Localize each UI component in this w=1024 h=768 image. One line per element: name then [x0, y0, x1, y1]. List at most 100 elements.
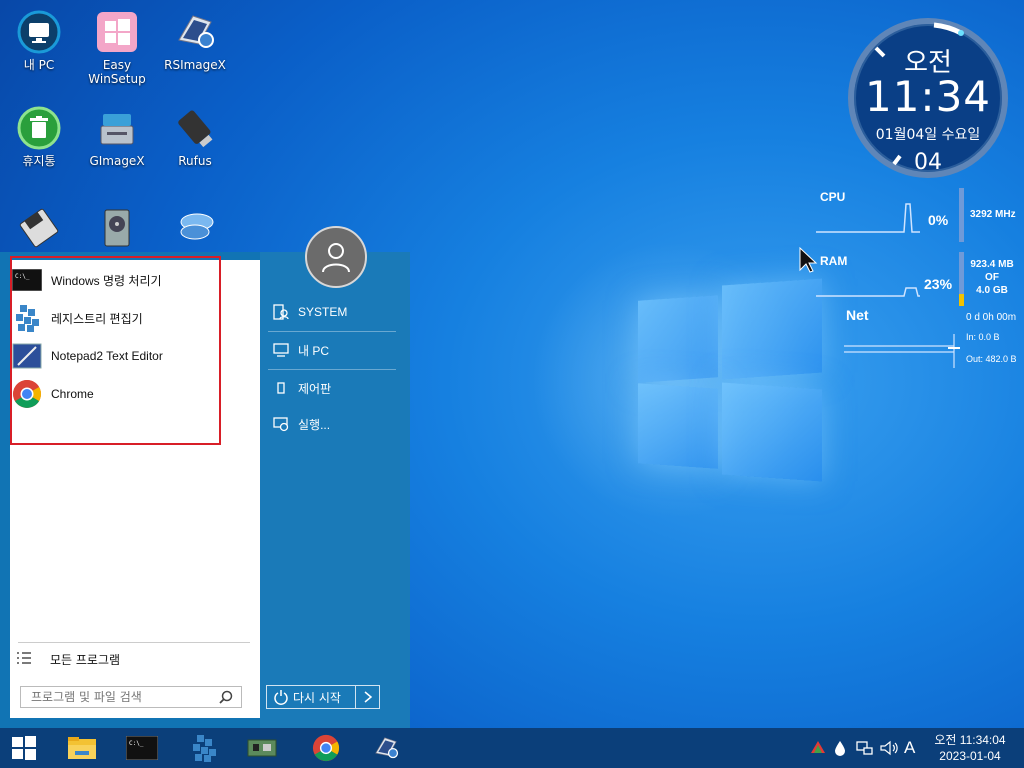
- ram-graph: [816, 287, 920, 297]
- all-programs-label: 모든 프로그램: [50, 652, 121, 667]
- right-item-label: 실행...: [298, 417, 331, 432]
- divider: [268, 331, 396, 332]
- ram-bar-fill: [959, 294, 964, 306]
- right-item-control-panel[interactable]: 제어판: [270, 376, 331, 400]
- desktop-icon-recycle-bin[interactable]: 휴지통: [0, 106, 78, 168]
- chevron-right-icon: [364, 691, 372, 703]
- right-item-label: 제어판: [298, 381, 332, 396]
- taskbar-rsimagex[interactable]: [362, 728, 410, 768]
- ram-percent: 23%: [924, 276, 953, 292]
- desktop-icon-vhd[interactable]: [156, 206, 234, 254]
- ethernet-tray-icon[interactable]: [856, 740, 874, 756]
- circuit-board-icon: [247, 739, 277, 757]
- regedit-icon: [193, 735, 216, 762]
- folder-icon: [68, 737, 96, 759]
- desktop-icon-my-pc[interactable]: 내 PC: [0, 10, 78, 72]
- ram-usage: 923.4 MB OF 4.0 GB: [966, 258, 1018, 297]
- cmd-icon: C:\_: [126, 736, 158, 760]
- right-item-label: SYSTEM: [298, 305, 348, 319]
- clock-widget: 오전 11:34 01월04일 수요일 04: [848, 18, 1008, 178]
- search-box[interactable]: [20, 686, 242, 708]
- svg-text:C:\_: C:\_: [129, 740, 144, 747]
- desktop-icon-label: 휴지통: [22, 154, 56, 168]
- taskbar-hardware[interactable]: [238, 728, 286, 768]
- net-out: Out: 482.0 B: [966, 354, 1017, 364]
- net-graph: [844, 334, 960, 368]
- monitor-icon: [17, 10, 61, 54]
- cpu-frequency: 3292 MHz: [970, 209, 1016, 220]
- desktop-icon-label: Rufus: [178, 154, 212, 168]
- net-in: In: 0.0 B: [966, 332, 1000, 342]
- desktop-icon-label: Easy WinSetup: [88, 58, 146, 86]
- cpu-graph: [816, 203, 920, 233]
- list-icon: [17, 652, 31, 664]
- taskbar-cmd[interactable]: C:\_: [118, 728, 166, 768]
- start-button[interactable]: [0, 728, 48, 768]
- recycle-bin-icon: [17, 106, 61, 150]
- windows-setup-icon: [95, 10, 139, 54]
- clock-day: 04: [914, 150, 942, 175]
- floppy-icon: [17, 206, 61, 250]
- user-icon: [322, 243, 350, 273]
- desktop-icon-hdd[interactable]: [78, 206, 156, 254]
- restart-button[interactable]: 다시 시작: [266, 685, 356, 709]
- divider: [268, 369, 396, 370]
- uptime: 0 d 0h 00m: [966, 312, 1017, 323]
- right-item-my-pc[interactable]: 내 PC: [270, 338, 329, 362]
- desktop-icon-gimagex[interactable]: GImageX: [78, 106, 156, 168]
- search-input[interactable]: [31, 690, 211, 704]
- hard-disk-icon: [95, 206, 139, 250]
- desktop-icon-label: GImageX: [89, 154, 145, 168]
- right-item-label: 내 PC: [298, 343, 330, 358]
- windows-logo-icon: [12, 736, 36, 760]
- taskbar-regedit[interactable]: [180, 728, 228, 768]
- computer-icon: [270, 342, 292, 358]
- power-icon: [274, 690, 288, 705]
- chrome-icon: [312, 734, 340, 762]
- ram-total: 4.0 GB: [976, 285, 1008, 296]
- restart-options-button[interactable]: [356, 685, 380, 709]
- highlight-annotation: [10, 256, 221, 445]
- clock-date: 01월04일 수요일: [875, 127, 981, 143]
- laptop-gear-icon: [173, 10, 217, 54]
- ram-of: OF: [985, 272, 999, 283]
- disk-image-icon: [95, 106, 139, 150]
- all-programs-button[interactable]: 모든 프로그램: [16, 650, 120, 668]
- wallpaper-windows-logo: [632, 268, 828, 482]
- tray-date: 2023-01-04: [939, 749, 1001, 763]
- desktop-icon-rufus[interactable]: Rufus: [156, 106, 234, 168]
- volume-tray-icon[interactable]: [880, 740, 900, 756]
- drop-tray-icon[interactable]: [834, 740, 846, 756]
- tray-clock[interactable]: 오전 11:34:04 2023-01-04: [924, 732, 1016, 764]
- ram-used: 923.4 MB: [970, 259, 1014, 270]
- desktop-icon-rsimagex[interactable]: RSImageX: [156, 10, 234, 72]
- clock-time: 11:34: [864, 72, 992, 121]
- net-label: Net: [846, 307, 869, 323]
- taskbar-file-explorer[interactable]: [58, 728, 106, 768]
- taskbar-chrome[interactable]: [302, 728, 350, 768]
- desktop-icon-easy-winsetup[interactable]: Easy WinSetup: [78, 10, 156, 86]
- user-folder-icon: [270, 304, 292, 320]
- ram-bar: [959, 252, 964, 306]
- avatar[interactable]: [305, 226, 367, 288]
- right-item-run[interactable]: 실행...: [270, 412, 330, 436]
- cpu-percent: 0%: [928, 212, 949, 228]
- network-tray-icon[interactable]: [810, 740, 826, 754]
- tray-time: 오전 11:34:04: [934, 733, 1006, 747]
- usb-drive-icon: [173, 106, 217, 150]
- desktop-icon-label: 내 PC: [23, 58, 55, 72]
- run-icon: [270, 416, 292, 432]
- ram-label: RAM: [820, 254, 848, 268]
- desktop-icon-bootice[interactable]: [0, 206, 78, 254]
- desktop-icon-label: RSImageX: [164, 58, 226, 72]
- laptop-gear-icon: [375, 737, 399, 759]
- divider: [18, 642, 250, 643]
- mouse-cursor-icon: [799, 246, 818, 273]
- ime-indicator[interactable]: A: [904, 738, 915, 758]
- cpu-bar: [959, 188, 964, 242]
- virtual-disk-icon: [173, 206, 217, 250]
- right-item-system[interactable]: SYSTEM: [270, 300, 347, 324]
- restart-label: 다시 시작: [293, 690, 341, 705]
- control-panel-icon: [270, 380, 292, 396]
- search-icon[interactable]: [219, 690, 233, 704]
